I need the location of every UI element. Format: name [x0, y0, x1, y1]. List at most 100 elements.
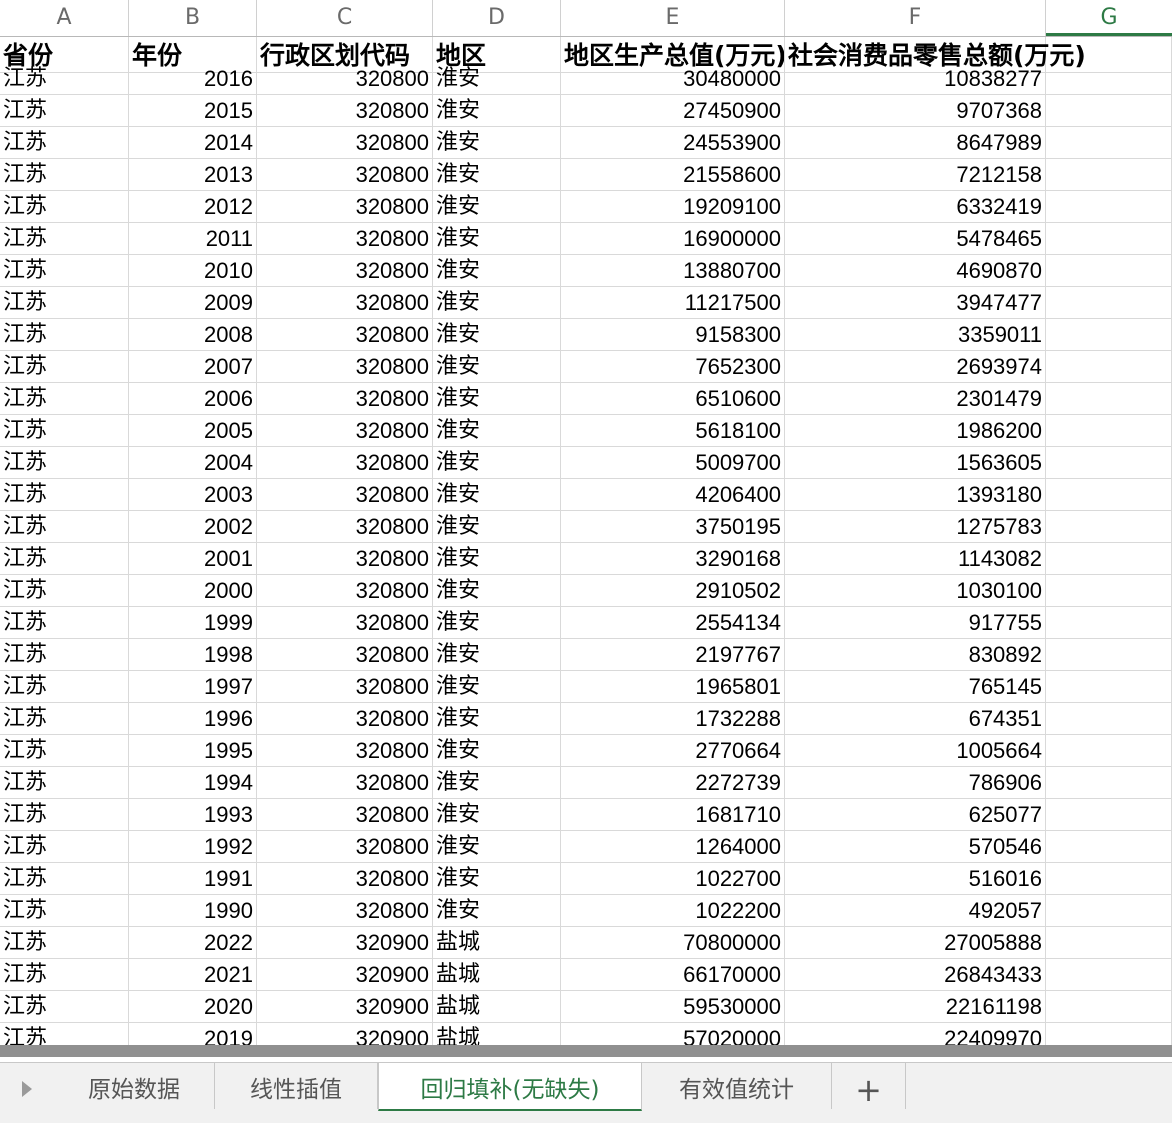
cell-retail[interactable]: 6332419 — [785, 191, 1046, 223]
cell-province[interactable]: 江苏 — [0, 767, 129, 799]
cell-g[interactable] — [1046, 671, 1172, 703]
cell-retail[interactable]: 516016 — [785, 863, 1046, 895]
cell-gdp[interactable]: 2197767 — [561, 639, 785, 671]
cell-year[interactable]: 2012 — [129, 191, 257, 223]
add-sheet-button[interactable]: + — [832, 1063, 906, 1109]
cell-retail[interactable]: 570546 — [785, 831, 1046, 863]
cell-year[interactable]: 2022 — [129, 927, 257, 959]
cell-province[interactable]: 江苏 — [0, 255, 129, 287]
cell-region[interactable]: 淮安 — [433, 127, 561, 159]
cell-region[interactable]: 淮安 — [433, 799, 561, 831]
cell-retail[interactable]: 1143082 — [785, 543, 1046, 575]
cell-province[interactable]: 江苏 — [0, 895, 129, 927]
cell-code[interactable]: 320800 — [257, 223, 433, 255]
cell-code[interactable]: 320800 — [257, 831, 433, 863]
column-header-f[interactable]: F — [785, 0, 1046, 36]
cell-code[interactable]: 320900 — [257, 991, 433, 1023]
cell-province[interactable]: 江苏 — [0, 351, 129, 383]
cell-year[interactable]: 2006 — [129, 383, 257, 415]
cell-gdp[interactable]: 6510600 — [561, 383, 785, 415]
cell-province[interactable]: 江苏 — [0, 575, 129, 607]
cell-region[interactable]: 淮安 — [433, 863, 561, 895]
cell-year[interactable]: 2004 — [129, 447, 257, 479]
cell-year[interactable]: 2008 — [129, 319, 257, 351]
cell-gdp[interactable]: 3750195 — [561, 511, 785, 543]
cell-gdp[interactable]: 13880700 — [561, 255, 785, 287]
cell-province[interactable]: 江苏 — [0, 927, 129, 959]
cell-region[interactable]: 淮安 — [433, 511, 561, 543]
cell-code[interactable]: 320800 — [257, 191, 433, 223]
cell-g[interactable] — [1046, 63, 1172, 95]
cell-region[interactable]: 淮安 — [433, 703, 561, 735]
cell-province[interactable]: 江苏 — [0, 383, 129, 415]
cell-year[interactable]: 2015 — [129, 95, 257, 127]
cell-g[interactable] — [1046, 319, 1172, 351]
cell-g[interactable] — [1046, 639, 1172, 671]
cell-province[interactable]: 江苏 — [0, 287, 129, 319]
cell-retail[interactable]: 625077 — [785, 799, 1046, 831]
column-header-d[interactable]: D — [433, 0, 561, 36]
cell-retail[interactable]: 8647989 — [785, 127, 1046, 159]
cell-region[interactable]: 淮安 — [433, 639, 561, 671]
cell-code[interactable]: 320800 — [257, 703, 433, 735]
play-right-icon[interactable] — [0, 1063, 54, 1119]
cell-g[interactable] — [1046, 959, 1172, 991]
cell-region[interactable]: 盐城 — [433, 959, 561, 991]
column-header-c[interactable]: C — [257, 0, 433, 36]
cell-gdp[interactable]: 16900000 — [561, 223, 785, 255]
cell-retail[interactable]: 1986200 — [785, 415, 1046, 447]
cell-province[interactable]: 江苏 — [0, 63, 129, 95]
cell-gdp[interactable]: 1732288 — [561, 703, 785, 735]
cell-g[interactable] — [1046, 127, 1172, 159]
cell-retail[interactable]: 1030100 — [785, 575, 1046, 607]
cell-year[interactable]: 2019 — [129, 1023, 257, 1045]
cell-code[interactable]: 320800 — [257, 767, 433, 799]
cell-retail[interactable]: 2693974 — [785, 351, 1046, 383]
cell-province[interactable]: 江苏 — [0, 479, 129, 511]
cell-year[interactable]: 2000 — [129, 575, 257, 607]
cell-code[interactable]: 320800 — [257, 895, 433, 927]
cell-year[interactable]: 1994 — [129, 767, 257, 799]
cell-code[interactable]: 320800 — [257, 479, 433, 511]
cell-g[interactable] — [1046, 159, 1172, 191]
cell-g[interactable] — [1046, 511, 1172, 543]
cell-region[interactable]: 盐城 — [433, 1023, 561, 1045]
cell-code[interactable]: 320800 — [257, 447, 433, 479]
cell-gdp[interactable]: 11217500 — [561, 287, 785, 319]
cell-gdp[interactable]: 1022200 — [561, 895, 785, 927]
cell-retail[interactable]: 492057 — [785, 895, 1046, 927]
cell-province[interactable]: 江苏 — [0, 863, 129, 895]
sheet-tab-regression-fill[interactable]: 回归填补(无缺失) — [378, 1063, 642, 1111]
cell-year[interactable]: 2011 — [129, 223, 257, 255]
cell-retail[interactable]: 3359011 — [785, 319, 1046, 351]
cell-g[interactable] — [1046, 447, 1172, 479]
cell-gdp[interactable]: 59530000 — [561, 991, 785, 1023]
cell-gdp[interactable]: 27450900 — [561, 95, 785, 127]
cell-year[interactable]: 1996 — [129, 703, 257, 735]
cell-g[interactable] — [1046, 415, 1172, 447]
cell-gdp[interactable]: 19209100 — [561, 191, 785, 223]
cell-retail[interactable]: 22409970 — [785, 1023, 1046, 1045]
cell-gdp[interactable]: 9158300 — [561, 319, 785, 351]
cell-region[interactable]: 淮安 — [433, 159, 561, 191]
cell-retail[interactable]: 1563605 — [785, 447, 1046, 479]
cell-region[interactable]: 淮安 — [433, 191, 561, 223]
cell-g[interactable] — [1046, 383, 1172, 415]
cell-gdp[interactable]: 3290168 — [561, 543, 785, 575]
cell-gdp[interactable]: 5009700 — [561, 447, 785, 479]
cell-gdp[interactable]: 2770664 — [561, 735, 785, 767]
column-header-e[interactable]: E — [561, 0, 785, 36]
cell-province[interactable]: 江苏 — [0, 223, 129, 255]
cell-g[interactable] — [1046, 895, 1172, 927]
cell-region[interactable]: 淮安 — [433, 479, 561, 511]
cell-province[interactable]: 江苏 — [0, 735, 129, 767]
cell-code[interactable]: 320800 — [257, 575, 433, 607]
cell-retail[interactable]: 1393180 — [785, 479, 1046, 511]
cell-g[interactable] — [1046, 735, 1172, 767]
cell-retail[interactable]: 22161198 — [785, 991, 1046, 1023]
cell-code[interactable]: 320800 — [257, 607, 433, 639]
cell-g[interactable] — [1046, 799, 1172, 831]
cell-year[interactable]: 2020 — [129, 991, 257, 1023]
cell-region[interactable]: 淮安 — [433, 671, 561, 703]
cell-region[interactable]: 淮安 — [433, 895, 561, 927]
